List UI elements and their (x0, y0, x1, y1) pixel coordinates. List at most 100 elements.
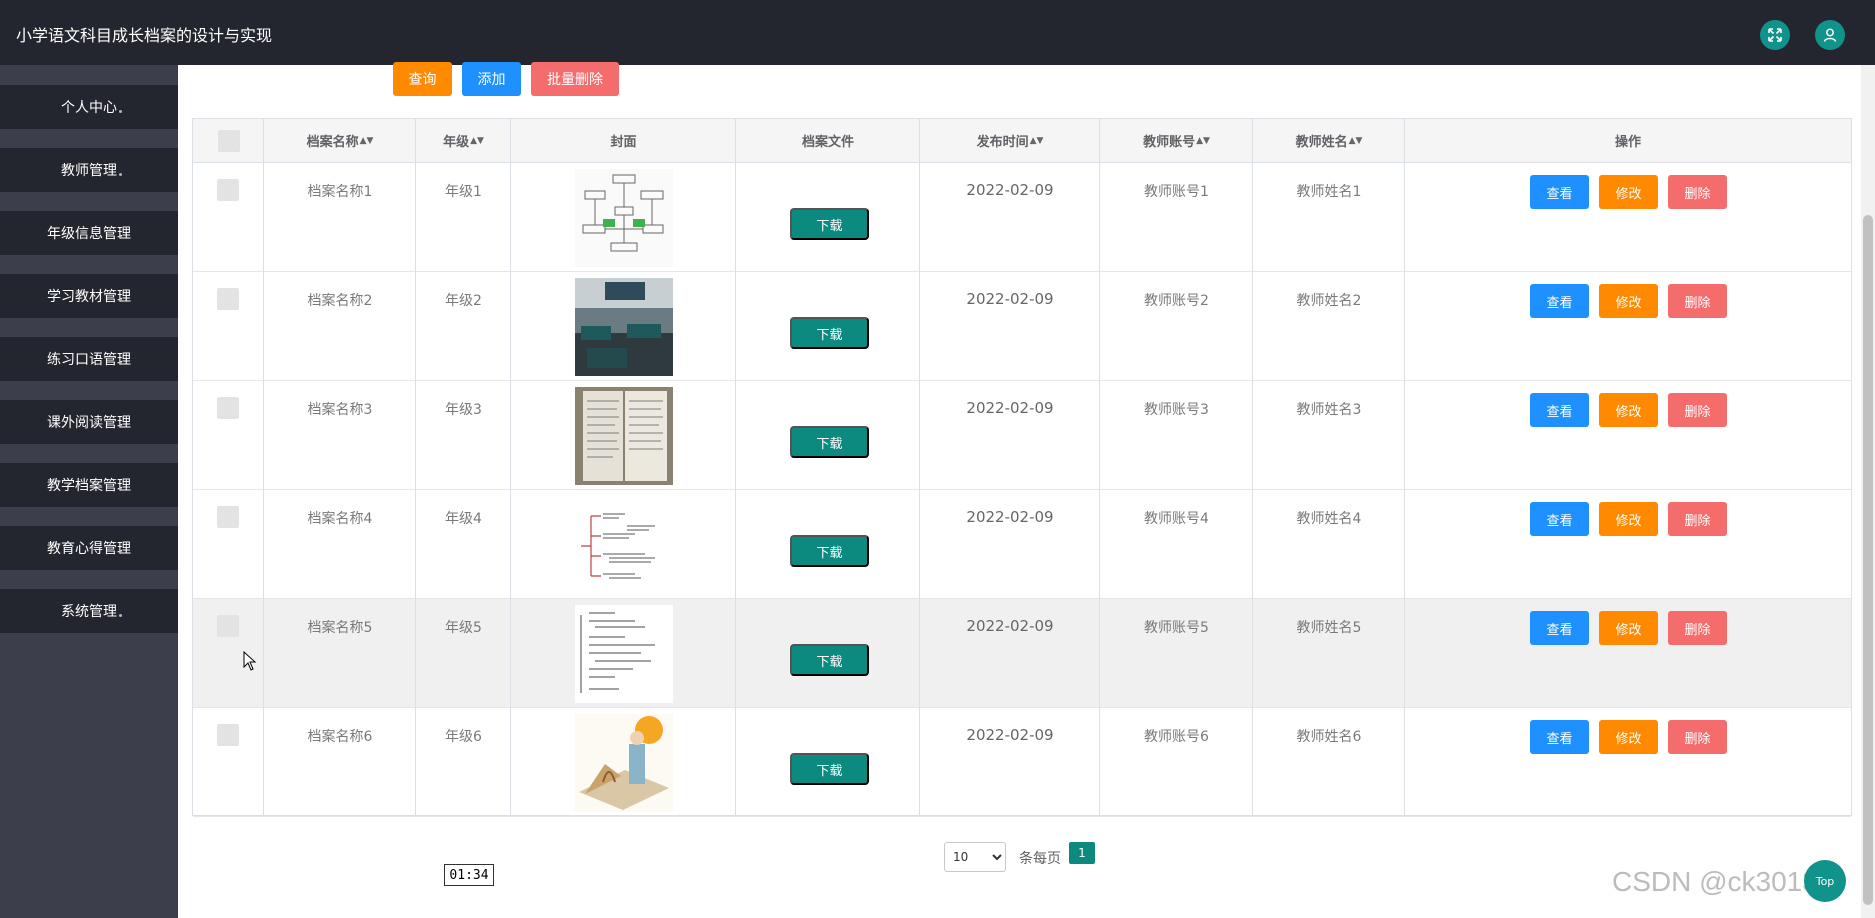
cell-grade: 年级2 (445, 293, 482, 309)
delete-button[interactable]: 删除 (1668, 284, 1727, 318)
cell-grade: 年级6 (445, 729, 482, 745)
per-page-label: 条每页 (1019, 851, 1061, 867)
edit-button[interactable]: 修改 (1599, 393, 1658, 427)
header-actions: 操作 (1614, 135, 1641, 150)
edit-button[interactable]: 修改 (1599, 284, 1658, 318)
table-row: 档案名称3 年级3 下载 2022-02-09 教师账号3 教师姓名3 查看 修改 删除 (193, 381, 1851, 490)
back-to-top-button[interactable]: Top (1804, 860, 1846, 902)
column-divider (415, 119, 416, 815)
row-checkbox[interactable] (217, 179, 239, 201)
sort-icon[interactable]: ▲▼ (1196, 136, 1210, 146)
view-button[interactable]: 查看 (1530, 393, 1589, 427)
view-button[interactable]: 查看 (1530, 611, 1589, 645)
cover-image-notebook-photo[interactable] (575, 387, 673, 485)
sidebar-item-textbook[interactable]: 学习教材管理 (0, 274, 178, 318)
user-icon[interactable] (1815, 20, 1845, 50)
sort-icon[interactable]: ▲▼ (1349, 136, 1363, 146)
edit-button[interactable]: 修改 (1599, 611, 1658, 645)
edit-button[interactable]: 修改 (1599, 175, 1658, 209)
row-checkbox[interactable] (217, 397, 239, 419)
page-size-select[interactable]: 10 (944, 842, 1006, 872)
scrollbar-thumb[interactable] (1863, 215, 1873, 905)
archive-table: 档案名称 ▲▼ 年级 ▲▼ 封面 档案文件 发布时间 ▲▼ 教师账号 ▲▼ 教师姓名 ▲▼… (192, 118, 1852, 817)
column-divider (1252, 119, 1253, 815)
cover-image-outline-image[interactable] (575, 605, 673, 703)
header-name[interactable]: 档案名称 ▲▼ (264, 119, 416, 162)
cover-image-mindmap-image[interactable] (575, 496, 673, 594)
csdn-watermark: CSDN @ck3013 (1612, 866, 1818, 897)
download-button[interactable]: 下载 (790, 317, 869, 349)
page-scrollbar[interactable] (1861, 65, 1875, 918)
sort-icon[interactable]: ▲▼ (1030, 136, 1044, 146)
cell-archive-name: 档案名称4 (307, 511, 373, 527)
user-icon-glyph (1823, 28, 1837, 42)
delete-button[interactable]: 删除 (1668, 720, 1727, 754)
header-cover: 封面 (610, 135, 637, 150)
header-teacher-account-label: 教师账号 (1143, 135, 1196, 150)
column-divider (919, 119, 920, 815)
cell-teacher-name: 教师姓名3 (1296, 402, 1362, 418)
sidebar-item-personal-center[interactable]: 个人中心 (0, 85, 178, 129)
view-button[interactable]: 查看 (1530, 175, 1589, 209)
header-select-all[interactable] (193, 119, 264, 162)
sidebar-item-experience[interactable]: 教育心得管理 (0, 526, 178, 570)
cover-image-flowchart-image[interactable] (575, 169, 673, 267)
row-checkbox[interactable] (217, 724, 239, 746)
cell-publish-time: 2022-02-09 (966, 726, 1054, 744)
sidebar-item-reading[interactable]: 课外阅读管理 (0, 400, 178, 444)
download-button[interactable]: 下载 (790, 535, 869, 567)
sidebar-item-archive[interactable]: 教学档案管理 (0, 463, 178, 507)
cell-archive-name: 档案名称1 (307, 184, 373, 200)
sidebar: 个人中心 教师管理 年级信息管理 学习教材管理 练习口语管理 课外阅读管理 教学… (0, 65, 178, 918)
sidebar-item-oral[interactable]: 练习口语管理 (0, 337, 178, 381)
header-file: 档案文件 (801, 135, 854, 150)
sort-icon[interactable]: ▲▼ (360, 136, 374, 146)
download-button[interactable]: 下载 (790, 208, 869, 240)
download-button[interactable]: 下载 (790, 753, 869, 785)
header-grade[interactable]: 年级 ▲▼ (416, 119, 511, 162)
fullscreen-icon-glyph (1768, 28, 1782, 42)
page-number-current[interactable]: 1 (1069, 842, 1095, 864)
row-checkbox[interactable] (217, 288, 239, 310)
edit-button[interactable]: 修改 (1599, 720, 1658, 754)
add-button[interactable]: 添加 (462, 62, 521, 96)
cell-teacher-account: 教师账号5 (1144, 620, 1209, 636)
download-button[interactable]: 下载 (790, 426, 869, 458)
header-publish-time[interactable]: 发布时间 ▲▼ (920, 119, 1100, 162)
download-button[interactable]: 下载 (790, 644, 869, 676)
header-name-label: 档案名称 (306, 135, 359, 150)
cell-teacher-name: 教师姓名2 (1296, 293, 1362, 309)
cell-grade: 年级4 (445, 511, 482, 527)
column-divider (1099, 119, 1100, 815)
delete-button[interactable]: 删除 (1668, 393, 1727, 427)
cover-image-illustration-image[interactable] (575, 714, 673, 812)
view-button[interactable]: 查看 (1530, 284, 1589, 318)
delete-button[interactable]: 删除 (1668, 175, 1727, 209)
cell-archive-name: 档案名称3 (307, 402, 373, 418)
cell-teacher-name: 教师姓名4 (1296, 511, 1362, 527)
cell-grade: 年级5 (445, 620, 482, 636)
view-button[interactable]: 查看 (1530, 720, 1589, 754)
fullscreen-icon[interactable] (1760, 20, 1790, 50)
row-checkbox[interactable] (217, 615, 239, 637)
cover-image-classroom-photo[interactable] (575, 278, 673, 376)
sidebar-item-grade[interactable]: 年级信息管理 (0, 211, 178, 255)
cell-archive-name: 档案名称5 (307, 620, 373, 636)
table-row: 档案名称5 年级5 下载 2022-02-09 教师账号5 教师姓名5 查看 修改 删除 (193, 599, 1851, 708)
sidebar-item-system[interactable]: 系统管理 (0, 589, 178, 633)
table-row: 档案名称2 年级2 下载 2022-02-09 教师账号2 教师姓名2 查看 修改 删除 (193, 272, 1851, 381)
edit-button[interactable]: 修改 (1599, 502, 1658, 536)
query-button[interactable]: 查询 (393, 62, 452, 96)
header-teacher-account[interactable]: 教师账号 ▲▼ (1100, 119, 1253, 162)
view-button[interactable]: 查看 (1530, 502, 1589, 536)
header-grade-label: 年级 (443, 135, 470, 150)
row-checkbox[interactable] (217, 506, 239, 528)
header-teacher-name[interactable]: 教师姓名 ▲▼ (1253, 119, 1405, 162)
sort-icon[interactable]: ▲▼ (470, 136, 484, 146)
delete-button[interactable]: 删除 (1668, 502, 1727, 536)
delete-button[interactable]: 删除 (1668, 611, 1727, 645)
column-divider (735, 119, 736, 815)
batch-delete-button[interactable]: 批量删除 (531, 62, 619, 96)
sidebar-item-teacher[interactable]: 教师管理 (0, 148, 178, 192)
select-all-checkbox[interactable] (217, 129, 240, 152)
